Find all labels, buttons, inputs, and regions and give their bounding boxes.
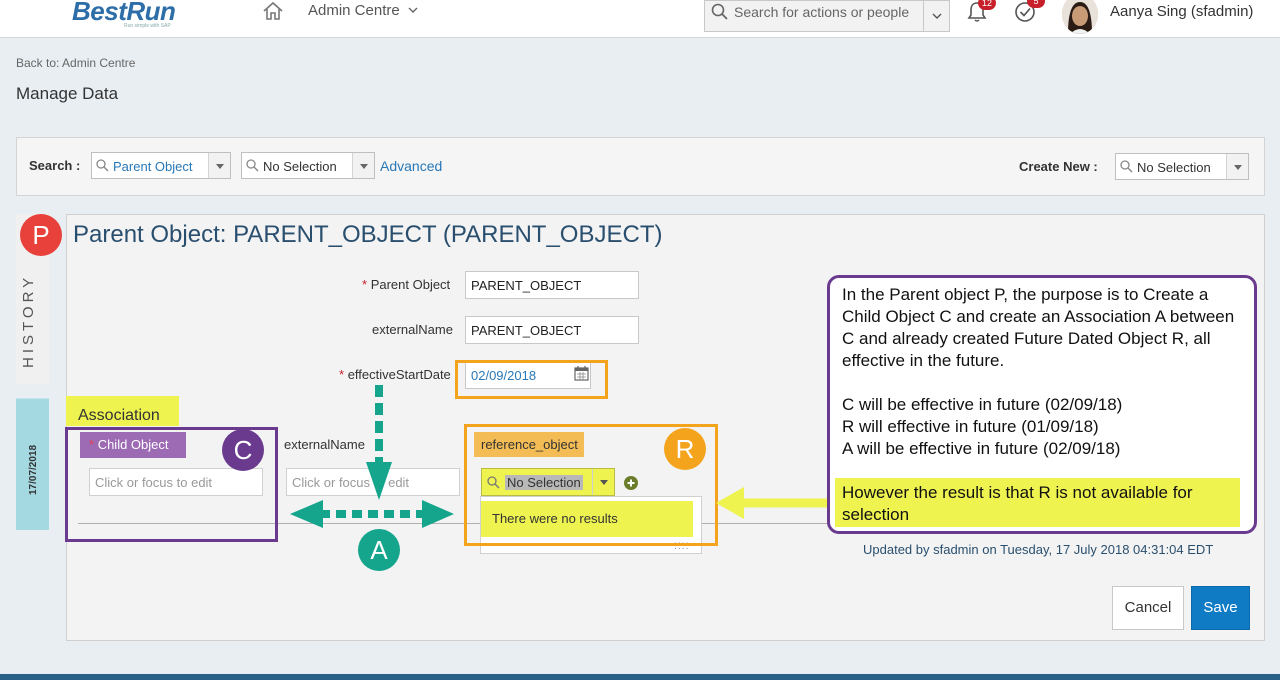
callout-line-intro: In the Parent object P, the purpose is t… [842,285,1235,370]
callout-line-r: R will effective in future (01/09/18) [842,417,1099,436]
footer-strip [0,674,1280,680]
dashed-double-arrow [290,500,454,528]
yellow-pointer-arrow [716,487,830,519]
callout-text: In the Parent object P, the purpose is t… [842,284,1242,460]
callout-line-a: A will be effective in future (02/09/18) [842,439,1121,458]
callout-line-c: C will be effective in future (02/09/18) [842,395,1123,414]
callout-highlight-text: However the result is that R is not avai… [842,483,1193,524]
dashed-down-arrow [366,385,392,500]
